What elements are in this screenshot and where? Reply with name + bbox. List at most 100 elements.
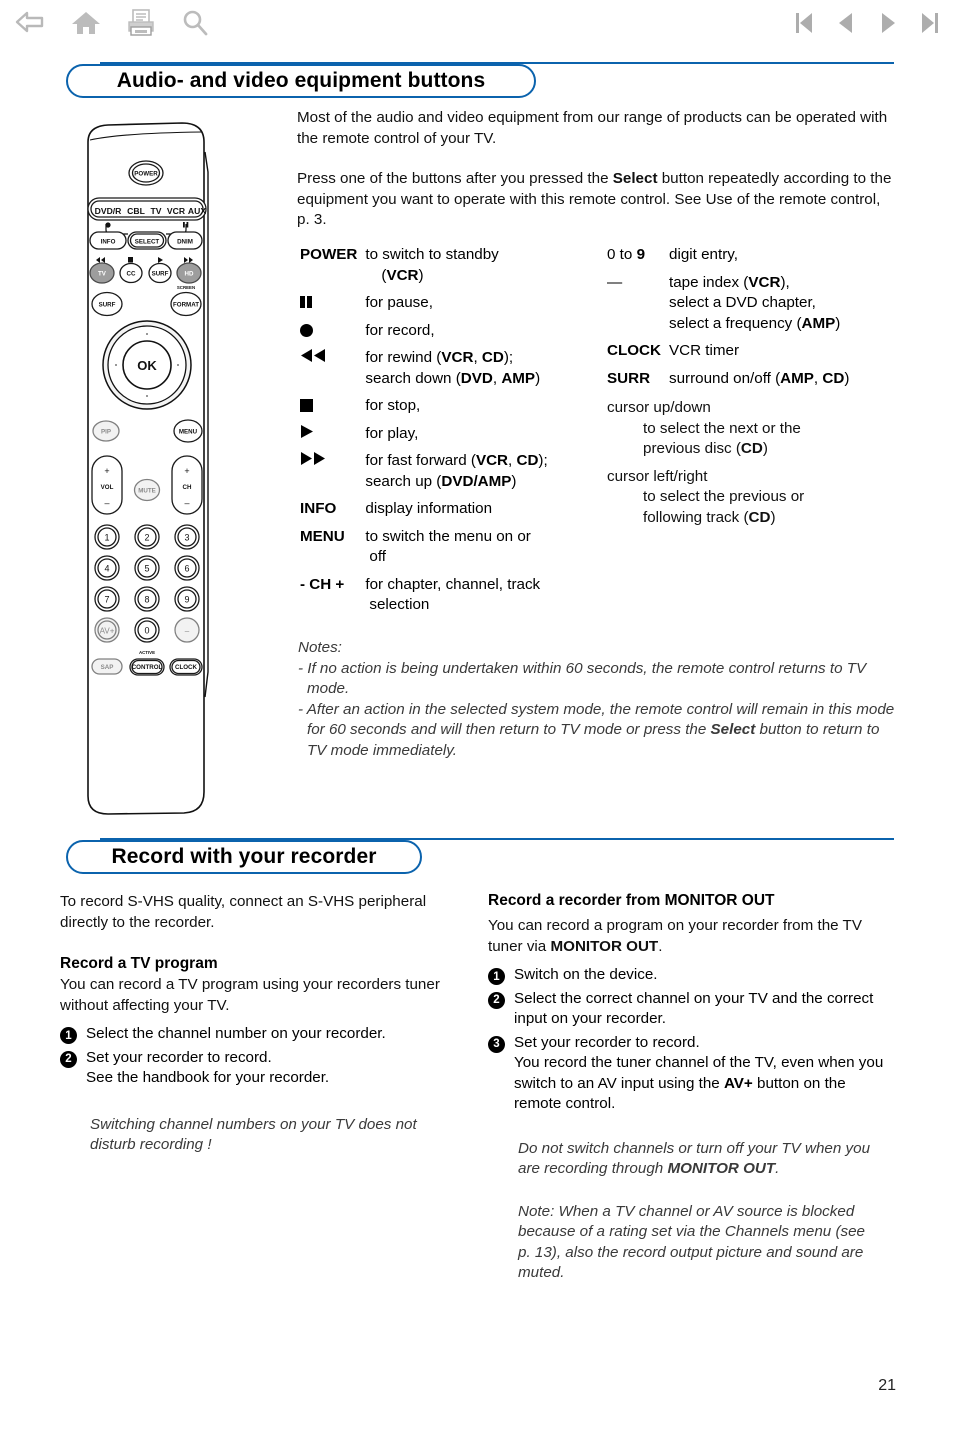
section1-heading-text: Audio- and video equipment buttons (116, 69, 486, 92)
record-right-step-3: 3 Set your recorder to record. You record… (488, 1033, 896, 1115)
term-surr: SURR (607, 369, 651, 387)
button-row-play: for play, (300, 424, 548, 452)
desc-info: display information (365, 500, 493, 517)
svg-text:AUX: AUX (188, 206, 206, 216)
svg-text:INFO: INFO (101, 239, 116, 246)
svg-text:TV: TV (151, 206, 162, 216)
svg-text:SAP: SAP (101, 664, 114, 671)
section1-intro-block: Most of the audio and video equipment fr… (297, 108, 893, 231)
button-row-cursor-leftright: cursor left/right to select the previous… (607, 467, 805, 526)
svg-text:VOL: VOL (101, 484, 114, 491)
svg-text:MENU: MENU (179, 429, 198, 436)
next-page-icon[interactable] (878, 10, 898, 41)
desc-pause: for pause, (365, 294, 433, 311)
back-icon[interactable] (14, 9, 46, 42)
svg-text:+: + (104, 466, 109, 476)
svg-text:8: 8 (144, 595, 149, 605)
svg-text:ACTIVE: ACTIVE (139, 650, 155, 655)
svg-text:CONTROL: CONTROL (132, 664, 163, 671)
desc-clock: VCR timer (669, 342, 740, 359)
rewind-icon (300, 348, 365, 396)
last-page-icon[interactable] (920, 10, 940, 41)
note-1: - If no action is being undertaken withi… (298, 659, 867, 698)
step-text: Set your recorder to record. See the hand… (86, 1048, 330, 1087)
button-row-menu: MENU to switch the menu on or off (300, 527, 548, 575)
term-power: POWER (300, 246, 358, 263)
viewer-toolbar (0, 0, 954, 56)
button-list-right: 0 to 9 digit entry, — tape index (VCR), s… (607, 245, 897, 528)
button-row-surr: SURR surround on/off (AMP, CD) (607, 369, 849, 397)
button-row-ch: - CH + for chapter, channel, track select… (300, 575, 548, 623)
button-row-clock: CLOCK VCR timer (607, 341, 849, 369)
section2-heading-text: Record with your recorder (111, 845, 377, 868)
svg-text:DNIM: DNIM (177, 239, 193, 246)
svg-text:PIP: PIP (101, 429, 111, 436)
svg-text:TV: TV (98, 271, 107, 278)
svg-text:4: 4 (104, 564, 109, 574)
record-right-column: Record a recorder from MONITOR OUT You c… (488, 892, 896, 1284)
svg-text:5: 5 (144, 564, 149, 574)
desc-rewind: for rewind (VCR, CD); search down (DVD, A… (365, 349, 541, 387)
svg-text:SCREEN: SCREEN (177, 285, 195, 290)
desc-ch: for chapter, channel, track selection (365, 575, 541, 614)
svg-text:POWER: POWER (134, 171, 158, 178)
svg-text:7: 7 (104, 595, 109, 605)
toolbar-left-group (14, 8, 210, 43)
section2-heading: Record with your recorder (66, 840, 422, 874)
section1-intro-2: Press one of the buttons after you press… (297, 170, 892, 228)
fast-forward-icon (300, 451, 365, 499)
print-icon[interactable] (126, 8, 156, 43)
home-icon[interactable] (70, 9, 102, 42)
step-number: 1 (60, 1027, 77, 1044)
svg-text:3: 3 (184, 533, 189, 543)
note-2: - After an action in the selected system… (298, 700, 895, 759)
svg-text:CBL: CBL (127, 206, 145, 216)
button-row-record: for record, (300, 321, 548, 349)
page-number: 21 (878, 1377, 896, 1394)
button-row-fastforward: for fast forward (VCR, CD); search up (DV… (300, 451, 548, 499)
search-icon[interactable] (180, 8, 210, 43)
svg-text:–: – (104, 498, 109, 508)
svg-text:SELECT: SELECT (135, 239, 160, 246)
record-right-note-1: Do not switch channels or turn off your … (518, 1139, 871, 1178)
term-clock: CLOCK (607, 342, 661, 359)
svg-text:–: – (185, 627, 190, 636)
svg-text:VCR: VCR (167, 206, 186, 216)
record-right-step-2: 2 Select the correct channel on your TV … (488, 989, 896, 1030)
button-row-dash: — tape index (VCR), select a DVD chapter,… (607, 273, 849, 342)
term-info: INFO (300, 500, 337, 517)
button-row-rewind: for rewind (VCR, CD); search down (DVD, A… (300, 348, 548, 396)
previous-page-icon[interactable] (836, 10, 856, 41)
svg-text:9: 9 (184, 595, 189, 605)
svg-text:HD: HD (185, 271, 194, 278)
term-digits: 0 to 9 (607, 246, 646, 263)
first-page-icon[interactable] (794, 10, 814, 41)
button-row-digits: 0 to 9 digit entry, (607, 245, 849, 273)
step-text: Switch on the device. (514, 966, 658, 983)
term-ch: - CH + (300, 575, 345, 593)
svg-text:FORMAT: FORMAT (173, 302, 199, 309)
remote-control-illustration: .bd{fill:#fff;stroke:#111;stroke-width:1… (62, 112, 292, 832)
pause-icon (300, 293, 365, 321)
svg-text:MUTE: MUTE (138, 488, 156, 495)
svg-text:CLOCK: CLOCK (175, 664, 198, 671)
section1-heading: Audio- and video equipment buttons (66, 64, 536, 98)
record-tv-para: You can record a TV program using your r… (60, 976, 440, 1014)
record-right-note-2: Note: When a TV channel or AV source is … (518, 1202, 865, 1282)
svg-text:SURF: SURF (99, 302, 116, 309)
step-text: Select the channel number on your record… (86, 1025, 386, 1042)
svg-text:2: 2 (144, 533, 149, 543)
step-number: 2 (488, 991, 505, 1009)
section1-intro-1: Most of the audio and video equipment fr… (297, 109, 888, 147)
desc-digits: digit entry, (669, 246, 738, 263)
term-menu: MENU (300, 527, 345, 545)
svg-text:6: 6 (184, 564, 189, 574)
desc-play: for play, (365, 424, 419, 442)
record-icon (300, 321, 365, 349)
svg-text:SURF: SURF (152, 271, 169, 278)
record-left-column: To record S-VHS quality, connect an S-VH… (60, 892, 470, 1156)
record-left-step-2: 2 Set your recorder to record. See the ha… (60, 1048, 470, 1089)
desc-dash: tape index (VCR), select a DVD chapter, se… (669, 273, 841, 332)
button-row-info: INFO display information (300, 499, 548, 527)
svg-text:–: – (184, 498, 189, 508)
